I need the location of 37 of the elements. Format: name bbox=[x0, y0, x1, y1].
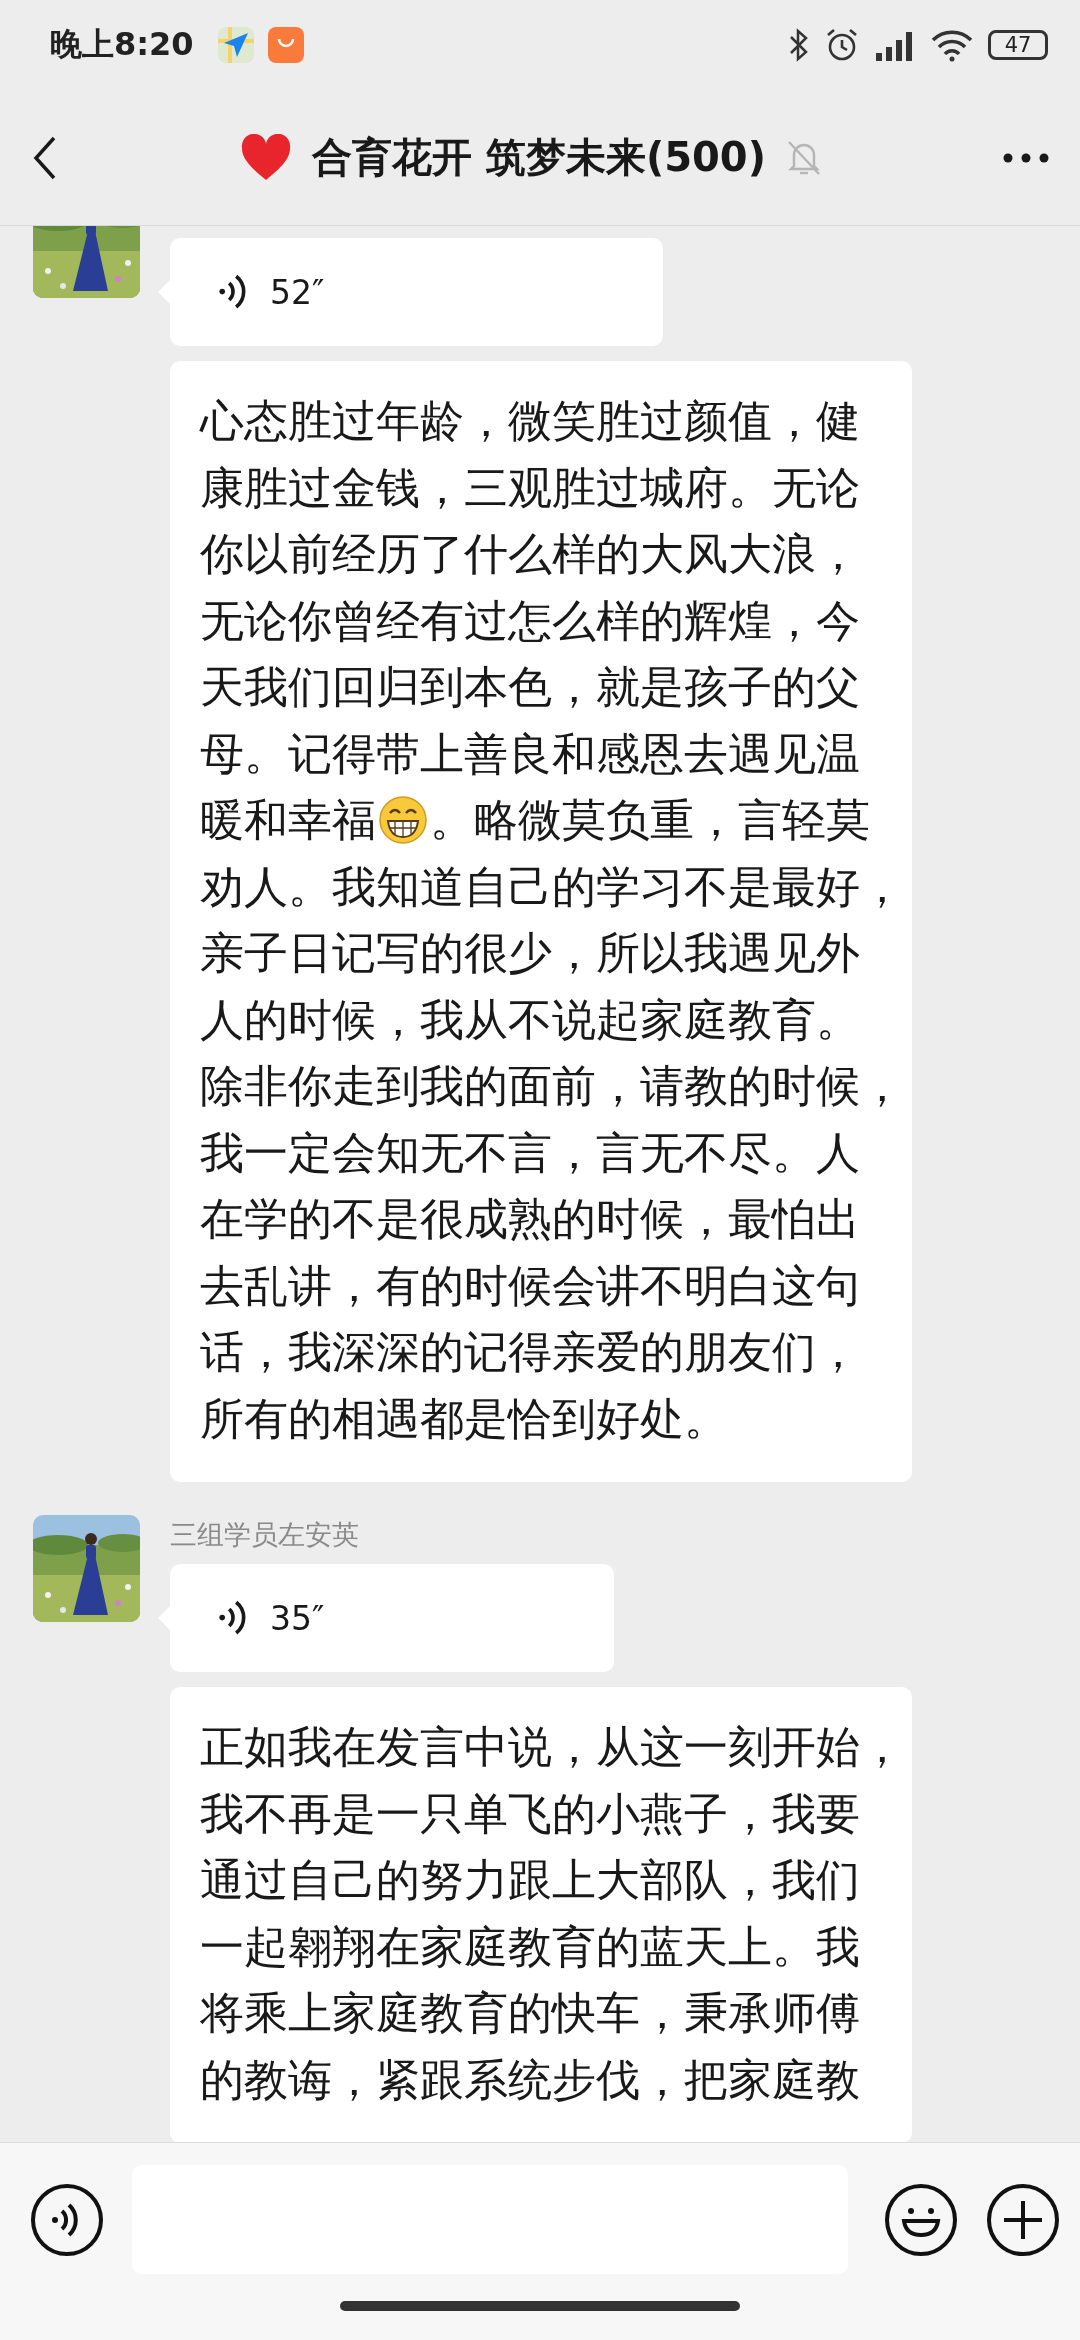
shop-app-icon bbox=[267, 27, 304, 63]
battery-indicator: 47 bbox=[988, 30, 1048, 60]
message-text: 无论你曾经有过怎么样的辉煌，今 bbox=[200, 593, 860, 648]
message-text: 。略微莫负重，言轻莫 bbox=[430, 793, 870, 847]
map-app-icon bbox=[217, 27, 254, 63]
bluetooth-icon bbox=[788, 28, 810, 62]
message-text: 亲子日记写的很少，所以我遇见外 bbox=[200, 926, 860, 980]
message-text: 我一定会知无不言，言无不尽。人 bbox=[200, 1125, 860, 1180]
status-time: 晚上8:20 bbox=[50, 24, 194, 65]
grin-emoji-icon bbox=[378, 795, 428, 846]
message-text: 康胜过金钱，三观胜过城府。无论 bbox=[200, 460, 860, 515]
message-text: 话，我深深的记得亲爱的朋友们， bbox=[200, 1325, 860, 1379]
message-text: 暖和幸福 bbox=[200, 793, 376, 847]
message-text: 将乘上家庭教育的快车，秉承师傅 bbox=[200, 1986, 860, 2040]
wifi-icon bbox=[930, 28, 974, 62]
sender-name: 三组学员左安英 bbox=[170, 1518, 360, 1552]
message-text: 除非你走到我的面前，请教的时候， bbox=[200, 1059, 904, 1113]
message-text: 所有的相遇都是恰到好处。 bbox=[200, 1391, 728, 1446]
message-text: 心态胜过年龄，微笑胜过颜值，健 bbox=[200, 394, 860, 448]
message-text: 劝人。我知道自己的学习不是最好， bbox=[200, 859, 904, 914]
more-button[interactable] bbox=[1002, 151, 1050, 164]
message-text: 在学的不是很成熟的时候，最怕出 bbox=[200, 1192, 860, 1246]
message-text: 人的时候，我从不说起家庭教育。 bbox=[200, 992, 860, 1047]
message-text: 正如我在发言中说，从这一刻开始， bbox=[200, 1720, 904, 1774]
heart-icon bbox=[240, 133, 292, 182]
message-text: 母。记得带上善良和感恩去遇见温 bbox=[200, 726, 860, 781]
message-text: 的教诲，紧跟系统步伐，把家庭教 bbox=[200, 2052, 860, 2107]
chat-title: 合育花开 筑梦未来(500) bbox=[312, 133, 766, 182]
message-text: 我不再是一只单飞的小燕子，我要 bbox=[200, 1786, 860, 1841]
message-text: 天我们回归到本色，就是孩子的父 bbox=[200, 660, 860, 714]
add-button[interactable] bbox=[986, 2182, 1060, 2257]
message-text: 去乱讲，有的时候会讲不明白这句 bbox=[200, 1258, 860, 1313]
message-text: 一起翱翔在家庭教育的蓝天上。我 bbox=[200, 1919, 860, 1974]
voice-input-button[interactable] bbox=[30, 2182, 104, 2257]
message-text: 通过自己的努力跟上大部队，我们 bbox=[200, 1853, 860, 1907]
emoji-button[interactable] bbox=[884, 2182, 958, 2257]
message-text: 你以前经历了什么样的大风大浪， bbox=[200, 527, 860, 581]
